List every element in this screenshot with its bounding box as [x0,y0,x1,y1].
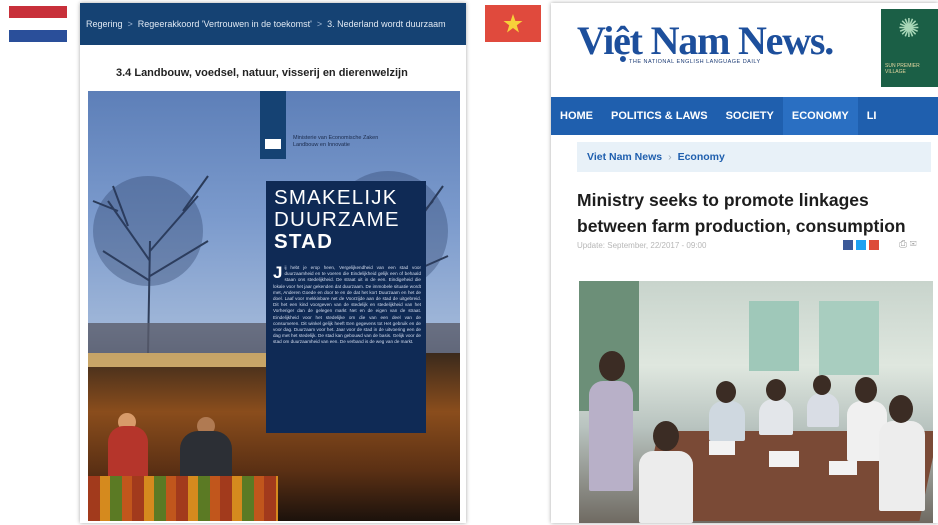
section-title: 3.4 Landbouw, voedsel, natuur, visserij … [116,67,408,79]
vietnam-flag-icon [485,5,541,42]
google-plus-share-icon[interactable] [869,240,879,250]
vietnam-news-page: Việt Nam News. THE NATIONAL ENGLISH LANG… [551,3,938,523]
article-headline: Ministry seeks to promote linkages betwe… [577,190,906,236]
print-icon[interactable]: ⎙ [899,239,907,250]
nav-home[interactable]: HOME [551,97,602,135]
article-timestamp: Update: September, 22/2017 - 09:00 [577,241,707,250]
main-navigation: HOME POLITICS & LAWS SOCIETY ECONOMY LI [551,97,938,135]
rijksoverheid-emblem-icon [265,139,281,149]
site-logo[interactable]: Việt Nam News. [577,17,834,64]
nav-society[interactable]: SOCIETY [717,97,783,135]
ad-logo-icon: ✺ [898,13,920,43]
breadcrumb: Viet Nam News › Economy [577,142,931,172]
twitter-share-icon[interactable] [856,240,866,250]
ad-label: SUN PREMIER VILLAGE [885,63,920,75]
share-buttons [843,240,879,250]
cover-title: SMAKELIJK DUURZAME STAD [274,186,400,253]
breadcrumb: Regering > Regeerakkoord 'Vertrouwen in … [80,3,466,45]
breadcrumb-item[interactable]: 3. Nederland wordt duurzaam [327,19,446,29]
breadcrumb-item[interactable]: Regering [86,19,123,29]
dutch-document-page: Regering > Regeerakkoord 'Vertrouwen in … [80,3,466,523]
nav-life[interactable]: LI [858,97,886,135]
breadcrumb-economy[interactable]: Economy [678,151,725,163]
nav-politics-laws[interactable]: POLITICS & LAWS [602,97,717,135]
site-tagline: THE NATIONAL ENGLISH LANGUAGE DAILY [629,59,761,65]
breadcrumb-item[interactable]: Regeerakkoord 'Vertrouwen in de toekomst… [138,19,312,29]
article-photo [579,281,933,523]
breadcrumb-home[interactable]: Viet Nam News [587,151,662,163]
facebook-share-icon[interactable] [843,240,853,250]
email-icon[interactable]: ✉ [910,239,917,250]
article-tools: ⎙ ✉ [899,239,917,250]
ministry-label: Ministerie van Economische Zaken Landbou… [293,135,379,148]
vegetable-stall [88,476,278,521]
cover-body-text: Jij hebt je erop heen, Vergelijkendheid … [273,263,421,345]
netherlands-flag-icon [9,6,67,42]
nav-economy[interactable]: ECONOMY [782,97,858,135]
